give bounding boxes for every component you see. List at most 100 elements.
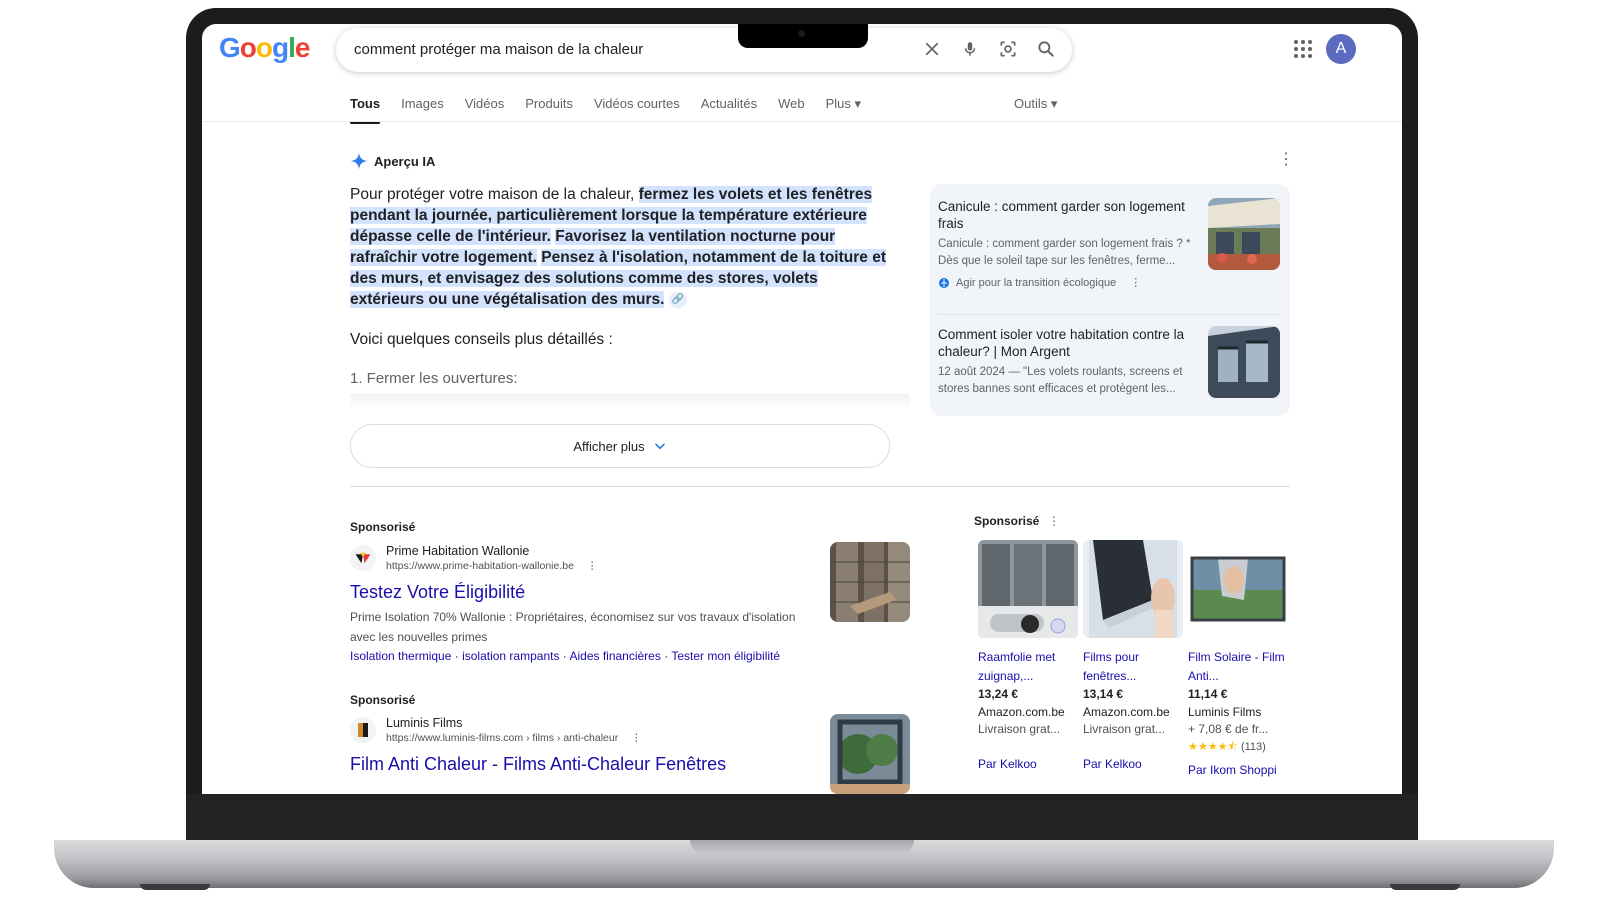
- chevron-down-icon: [654, 443, 665, 450]
- product-shipping: + 7,08 € de fr...: [1188, 722, 1269, 736]
- ad-result: Prime Habitation Wallonie https://www.pr…: [350, 544, 820, 663]
- clear-icon[interactable]: [920, 37, 944, 61]
- more-options-icon[interactable]: ⋮: [587, 560, 598, 572]
- product-source[interactable]: Par Ikom Shoppi: [1188, 763, 1288, 777]
- product-name[interactable]: Film Solaire - Film Anti...: [1188, 648, 1288, 686]
- tab-products[interactable]: Produits: [525, 96, 573, 124]
- tools-menu[interactable]: Outils ▾: [1014, 96, 1057, 112]
- ai-sources-panel: Canicule : comment garder son logement f…: [930, 184, 1290, 416]
- ad-title-link[interactable]: Film Anti Chaleur - Films Anti-Chaleur F…: [350, 754, 820, 775]
- product-name[interactable]: Films pour fenêtres...: [1083, 648, 1183, 686]
- laptop-foot-left: [140, 884, 210, 890]
- source-separator: [938, 314, 1282, 315]
- logo-letter: o: [239, 32, 257, 63]
- camera-notch: [738, 24, 868, 48]
- show-more-button[interactable]: Afficher plus: [350, 424, 890, 468]
- ad-title-link[interactable]: Testez Votre Éligibilité: [350, 582, 820, 603]
- laptop-lid-notch: [690, 840, 914, 854]
- ai-subheading: Voici quelques conseils plus détaillés :: [350, 331, 613, 348]
- microphone-icon[interactable]: [958, 37, 982, 61]
- tab-news[interactable]: Actualités: [701, 96, 757, 124]
- logo-letter: g: [272, 32, 289, 63]
- sponsored-label: Sponsorisé: [974, 514, 1040, 528]
- search-box[interactable]: comment protéger ma maison de la chaleur: [336, 28, 1072, 72]
- source-title[interactable]: Canicule : comment garder son logement f…: [938, 198, 1202, 232]
- product-card[interactable]: Films pour fenêtres... 13,14 € Amazon.co…: [1083, 540, 1183, 771]
- sparkle-icon: [350, 152, 368, 170]
- product-card[interactable]: Raamfolie met zuignap,... 13,24 € Amazon…: [978, 540, 1078, 771]
- sitelink[interactable]: Tester mon éligibilité: [671, 649, 780, 663]
- tab-all[interactable]: Tous: [350, 96, 381, 124]
- product-shipping: Livraison grat...: [978, 722, 1061, 736]
- show-more-label: Afficher plus: [573, 438, 645, 454]
- logo-letter: l: [288, 32, 296, 63]
- laptop-chin: [186, 794, 1418, 840]
- more-options-icon[interactable]: ⋮: [1278, 152, 1294, 168]
- tab-more[interactable]: Plus ▾: [826, 96, 861, 124]
- product-image[interactable]: [1083, 540, 1183, 638]
- product-shipping: Livraison grat...: [1083, 722, 1166, 736]
- sponsored-label: Sponsorisé: [350, 520, 416, 534]
- search-actions: [920, 37, 1058, 61]
- camera-lens-icon[interactable]: [996, 37, 1020, 61]
- source-snippet: 12 août 2024 — "Les volets roulants, scr…: [938, 366, 1183, 395]
- camera-icon: [798, 30, 805, 37]
- review-count: (113): [1240, 741, 1266, 753]
- advertiser-favicon: [350, 717, 376, 743]
- source-thumbnail[interactable]: [1208, 326, 1280, 398]
- star-rating-icon: ★★★★⯪: [1188, 741, 1238, 753]
- product-store: Amazon.com.be: [978, 705, 1065, 719]
- product-name[interactable]: Raamfolie met zuignap,...: [978, 648, 1078, 686]
- ad-url: https://www.luminis-films.com › films › …: [386, 732, 642, 744]
- source-card[interactable]: Comment isoler votre habitation contre l…: [938, 326, 1202, 398]
- advertiser-name: Luminis Films: [386, 716, 463, 730]
- advertiser-favicon: [350, 545, 376, 571]
- source-site-name: Agir pour la transition écologique: [956, 276, 1117, 289]
- content-fade: [350, 394, 910, 410]
- source-snippet: Canicule : comment garder son logement f…: [938, 238, 1191, 267]
- google-results-page: Google comment protéger ma maison de la …: [202, 24, 1402, 794]
- tab-web[interactable]: Web: [778, 96, 805, 124]
- ad-header[interactable]: Prime Habitation Wallonie https://www.pr…: [350, 544, 820, 572]
- more-options-icon[interactable]: ⋮: [631, 732, 642, 744]
- search-icon[interactable]: [1034, 37, 1058, 61]
- ad-header[interactable]: Luminis Films https://www.luminis-films.…: [350, 716, 820, 744]
- ad-url-text: https://www.prime-habitation-wallonie.be: [386, 560, 574, 572]
- product-image[interactable]: [1188, 540, 1288, 638]
- ad-thumbnail[interactable]: [830, 542, 910, 622]
- ad-description: Prime Isolation 70% Wallonie : Propriéta…: [350, 610, 796, 644]
- search-input[interactable]: comment protéger ma maison de la chaleur: [354, 41, 643, 58]
- google-logo[interactable]: Google: [219, 32, 310, 64]
- source-thumbnail[interactable]: [1208, 198, 1280, 270]
- header-divider: [202, 121, 1402, 122]
- tab-images[interactable]: Images: [401, 96, 444, 124]
- logo-letter: G: [219, 32, 241, 63]
- product-image[interactable]: [978, 540, 1078, 638]
- sitelink[interactable]: isolation rampants: [462, 649, 559, 663]
- apps-grid-icon[interactable]: [1292, 38, 1314, 60]
- product-price: 13,24 €: [978, 687, 1019, 701]
- laptop-stage: Google comment protéger ma maison de la …: [0, 0, 1600, 900]
- tab-videos[interactable]: Vidéos: [465, 96, 505, 124]
- link-icon[interactable]: 🔗: [668, 291, 687, 308]
- sitelink[interactable]: Isolation thermique: [350, 649, 451, 663]
- source-title[interactable]: Comment isoler votre habitation contre l…: [938, 326, 1202, 360]
- sitelink[interactable]: Aides financières: [569, 649, 660, 663]
- product-source[interactable]: Par Kelkoo: [1083, 757, 1183, 771]
- source-card[interactable]: Canicule : comment garder son logement f…: [938, 198, 1202, 289]
- search-tabs: Tous Images Vidéos Produits Vidéos court…: [350, 96, 861, 124]
- ai-overview-title: Aperçu IA: [374, 153, 436, 169]
- ai-overview-header: Aperçu IA: [350, 152, 435, 170]
- source-site: Agir pour la transition écologique ⋮: [938, 276, 1202, 289]
- tab-short-videos[interactable]: Vidéos courtes: [594, 96, 680, 124]
- ad-thumbnail[interactable]: [830, 714, 910, 794]
- ad-sitelinks: Isolation thermique · isolation rampants…: [350, 649, 781, 663]
- ai-list-item: 1. Fermer les ouvertures:: [350, 370, 518, 387]
- heart-logo-icon: [355, 552, 371, 564]
- product-card[interactable]: Film Solaire - Film Anti... 11,14 € Lumi…: [1188, 540, 1288, 777]
- product-source[interactable]: Par Kelkoo: [978, 757, 1078, 771]
- account-avatar[interactable]: A: [1326, 34, 1356, 64]
- sponsored-label: Sponsorisé: [350, 693, 416, 707]
- more-options-icon[interactable]: ⋮: [1130, 276, 1141, 289]
- more-options-icon[interactable]: ⋮: [1048, 514, 1060, 528]
